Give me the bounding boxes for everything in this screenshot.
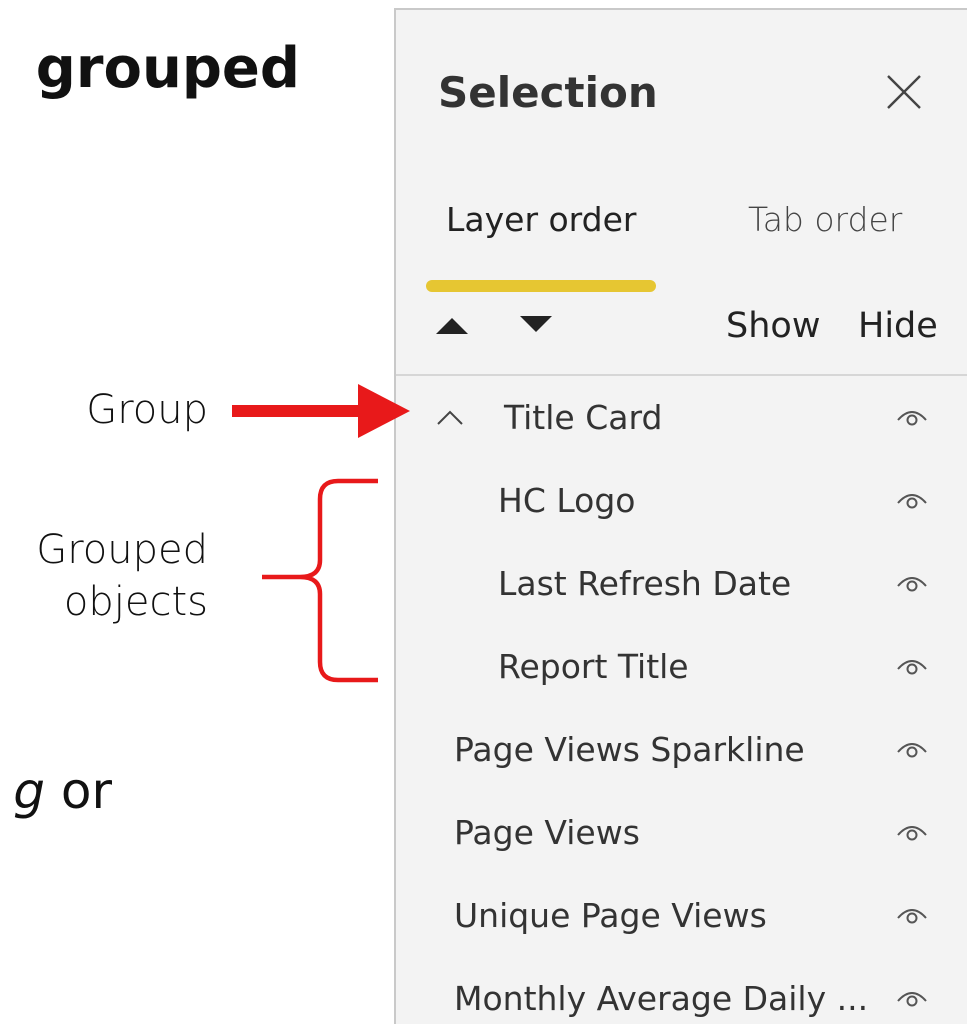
tab-layer-order[interactable]: Layer order (446, 200, 637, 239)
eye-icon[interactable] (892, 734, 932, 764)
tab-tab-order[interactable]: Tab order (748, 200, 902, 239)
pane-divider (396, 374, 967, 376)
eye-icon[interactable] (892, 983, 932, 1013)
eye-icon[interactable] (892, 817, 932, 847)
layer-row-title-card[interactable]: Title Card (396, 380, 967, 463)
hide-all-button[interactable]: Hide (858, 306, 938, 346)
eye-icon[interactable] (892, 402, 932, 432)
triangle-up-icon (436, 318, 468, 334)
layer-row-page-views-sparkline[interactable]: Page Views Sparkline (396, 712, 967, 795)
layer-name: Page Views Sparkline (454, 730, 805, 769)
eye-icon[interactable] (892, 568, 932, 598)
layer-name: Unique Page Views (454, 896, 767, 935)
selection-pane: Selection Layer order Tab order Show Hid… (394, 8, 967, 1024)
layer-row-monthly-average-daily[interactable]: Monthly Average Daily ... (396, 961, 967, 1024)
group-arrow (232, 384, 410, 438)
layer-list: Title Card HC Logo Last Refresh Date Rep… (396, 380, 967, 1024)
layer-row-unique-page-views[interactable]: Unique Page Views (396, 878, 967, 961)
triangle-down-icon (520, 316, 552, 332)
layer-name: Monthly Average Daily ... (454, 979, 869, 1018)
layer-row-page-views[interactable]: Page Views (396, 795, 967, 878)
eye-icon[interactable] (892, 651, 932, 681)
show-all-button[interactable]: Show (726, 306, 820, 346)
send-backward-button[interactable] (516, 310, 556, 340)
pane-title: Selection (438, 68, 658, 117)
annotation-group-label: Group (86, 387, 208, 433)
close-icon (887, 75, 921, 109)
eye-icon[interactable] (892, 900, 932, 930)
grouped-objects-bracket (262, 478, 378, 683)
annotation-grouped-line1: Grouped (36, 527, 208, 573)
screenshot-stage: grouped g or Group Grouped objects Selec… (0, 0, 973, 1024)
slide-body-italic: g (13, 762, 45, 820)
layer-name: Last Refresh Date (498, 564, 792, 603)
slide-heading-fragment: grouped (35, 36, 300, 101)
annotation-grouped-line2: objects (63, 579, 208, 625)
active-tab-indicator (426, 280, 656, 292)
eye-icon[interactable] (892, 485, 932, 515)
bring-forward-button[interactable] (432, 310, 472, 340)
chevron-up-icon[interactable] (432, 400, 468, 436)
layer-name: Title Card (504, 398, 663, 437)
layer-name: Page Views (454, 813, 640, 852)
layer-name: Report Title (498, 647, 689, 686)
layer-row-last-refresh-date[interactable]: Last Refresh Date (396, 546, 967, 629)
annotation-grouped-objects-label: Grouped objects (0, 524, 208, 628)
slide-body-tail: or (44, 762, 112, 820)
layer-row-report-title[interactable]: Report Title (396, 629, 967, 712)
slide-body-fragment: g or (0, 762, 112, 820)
layer-row-hc-logo[interactable]: HC Logo (396, 463, 967, 546)
close-button[interactable] (880, 68, 928, 116)
layer-name: HC Logo (498, 481, 636, 520)
